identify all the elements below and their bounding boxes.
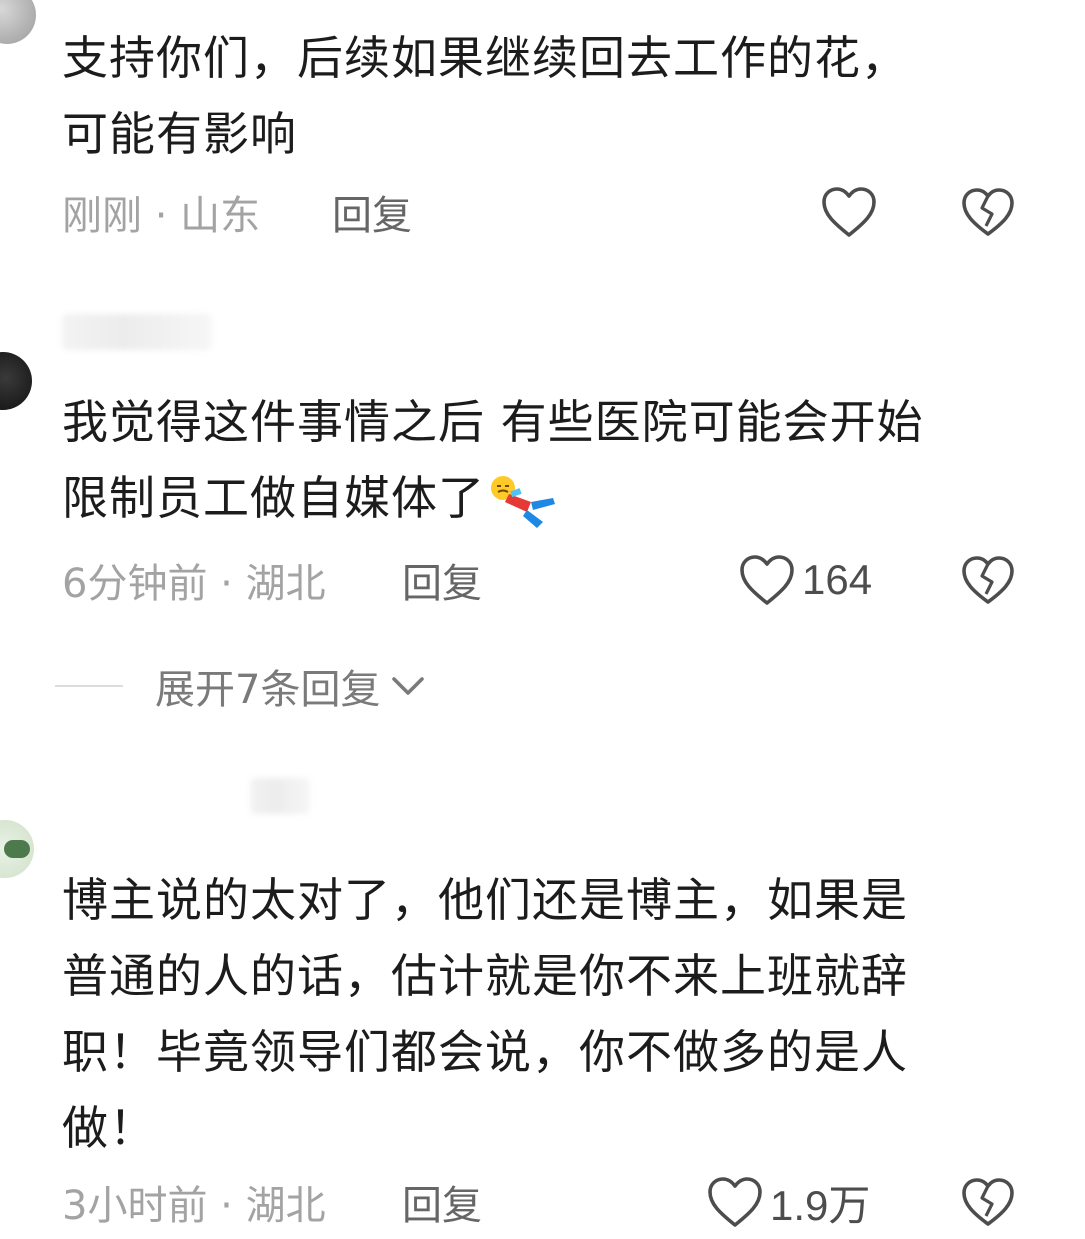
like-count: 1.9万	[770, 1181, 871, 1229]
broken-heart-icon	[962, 188, 1014, 236]
heart-outline-icon	[708, 1177, 762, 1227]
expand-replies-button[interactable]: 展开7条回复	[55, 656, 428, 716]
comment-text: 支持你们，后续如果继续回去工作的花， 可能有影响	[62, 31, 908, 161]
meta-separator: ·	[207, 561, 246, 607]
heart-outline-icon	[822, 187, 876, 237]
like-button[interactable]: 164	[738, 550, 872, 610]
reply-button[interactable]: 回复	[402, 554, 482, 614]
comment-meta: 6分钟前 · 湖北	[62, 554, 326, 614]
comment-time: 刚刚	[62, 193, 142, 239]
avatar[interactable]	[0, 0, 36, 44]
comment-location: 山东	[180, 193, 261, 239]
expand-replies-label: 展开7条回复	[155, 667, 381, 713]
comment-location: 湖北	[245, 1183, 326, 1229]
username-redacted	[250, 778, 310, 814]
reply-button[interactable]: 回复	[332, 186, 412, 246]
reply-button[interactable]: 回复	[402, 1176, 482, 1236]
comment-time: 3小时前	[62, 1183, 208, 1229]
avatar[interactable]	[0, 352, 32, 410]
avatar[interactable]	[0, 820, 34, 878]
expand-divider-line	[55, 685, 123, 687]
meta-separator: ·	[207, 1183, 246, 1229]
broken-heart-icon	[962, 1178, 1014, 1226]
chevron-down-icon	[392, 677, 425, 695]
comment-location: 湖北	[245, 561, 326, 607]
like-button[interactable]	[820, 182, 878, 242]
comment-text: 我觉得这件事情之后 有些医院可能会开始 限制员工做自媒体了	[62, 384, 1022, 536]
avatar-badge	[4, 840, 30, 858]
heart-outline-icon	[740, 555, 794, 605]
comment-time: 6分钟前	[62, 561, 208, 607]
like-count: 164	[802, 556, 873, 603]
comment-meta: 3小时前 · 湖北	[62, 1176, 326, 1236]
lying-flat-emoji	[491, 475, 555, 528]
dislike-button[interactable]	[958, 1172, 1018, 1232]
broken-heart-icon	[962, 556, 1014, 604]
comment-meta: 刚刚 · 山东	[62, 186, 260, 246]
meta-separator: ·	[142, 193, 181, 239]
like-button[interactable]: 1.9万	[706, 1172, 870, 1232]
username-redacted	[62, 314, 212, 350]
dislike-button[interactable]	[958, 550, 1018, 610]
dislike-button[interactable]	[958, 182, 1018, 242]
comment-text: 博主说的太对了，他们还是博主，如果是 普通的人的话，估计就是你不来上班就辞 职！…	[62, 873, 908, 1155]
